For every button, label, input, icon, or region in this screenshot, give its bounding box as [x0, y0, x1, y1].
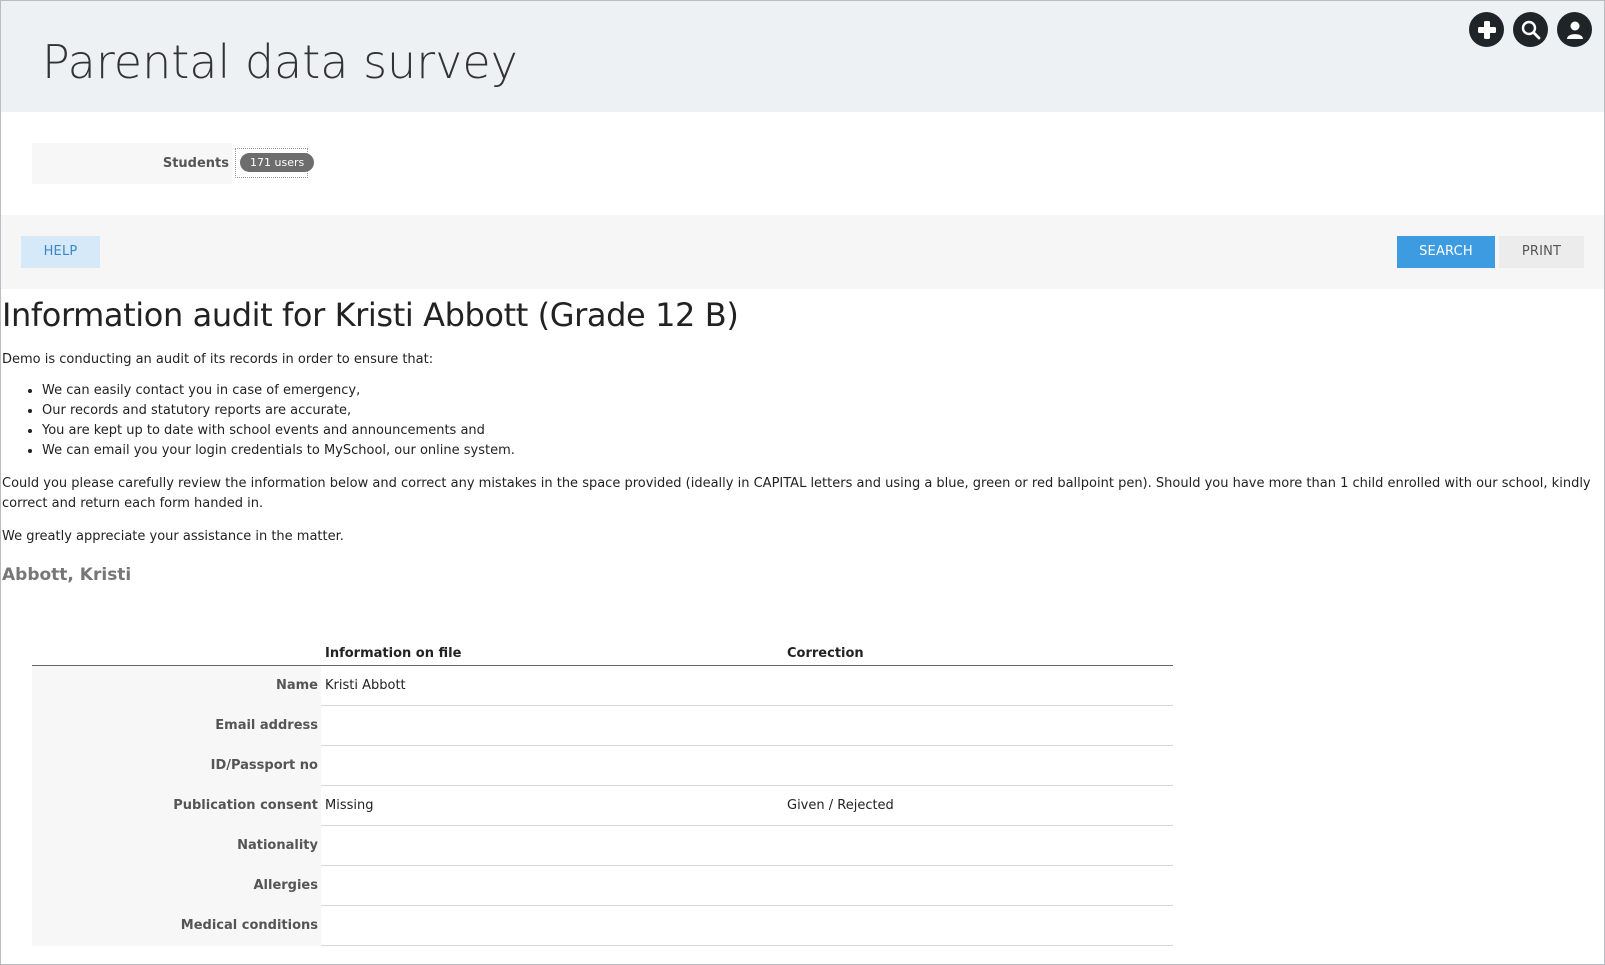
table-row: ID/Passport no	[32, 745, 1173, 786]
list-item: We can email you your login credentials …	[42, 441, 1592, 461]
header-actions	[1469, 12, 1592, 47]
students-filter: Students 171 users	[32, 143, 315, 184]
file-value: Missing	[321, 785, 783, 826]
users-count-badge[interactable]: 171 users	[240, 153, 315, 172]
page-title: Parental data survey	[42, 35, 518, 89]
correction-value: Given / Rejected	[783, 785, 1173, 826]
file-value	[321, 905, 783, 946]
plus-icon	[1477, 20, 1496, 39]
correction-value	[783, 865, 1173, 906]
search-icon	[1521, 20, 1540, 39]
thanks-text: We greatly appreciate your assistance in…	[2, 529, 344, 544]
row-label: Nationality	[32, 825, 321, 866]
column-header-file: Information on file	[321, 643, 783, 666]
table-row: Nationality	[32, 825, 1173, 866]
row-label: Allergies	[32, 865, 321, 906]
search-button[interactable]	[1513, 12, 1548, 47]
table-row: Publication consent Missing Given / Reje…	[32, 785, 1173, 826]
row-label: Email address	[32, 705, 321, 746]
user-icon	[1566, 21, 1583, 39]
list-item: We can easily contact you in case of eme…	[42, 381, 1592, 401]
file-value	[321, 865, 783, 906]
row-label: Publication consent	[32, 785, 321, 826]
table-row: Name Kristi Abbott	[32, 665, 1173, 706]
add-button[interactable]	[1469, 12, 1504, 47]
column-header-correction: Correction	[783, 643, 1173, 666]
table-row: Allergies	[32, 865, 1173, 906]
table-row: Email address	[32, 705, 1173, 746]
file-value	[321, 745, 783, 786]
table-header-row: Information on file Correction	[32, 643, 1173, 666]
correction-value	[783, 665, 1173, 706]
intro-text: Demo is conducting an audit of its recor…	[2, 352, 434, 367]
correction-value	[783, 745, 1173, 786]
correction-value	[783, 825, 1173, 866]
file-value: Kristi Abbott	[321, 665, 783, 706]
report-heading: Information audit for Kristi Abbott (Gra…	[2, 296, 739, 334]
purpose-list: We can easily contact you in case of eme…	[42, 381, 1592, 461]
blank-header	[32, 643, 321, 666]
report-content: Information audit for Kristi Abbott (Gra…	[2, 289, 1592, 586]
correction-value	[783, 905, 1173, 946]
list-item: Our records and statutory reports are ac…	[42, 401, 1592, 421]
page-header: Parental data survey	[1, 1, 1604, 112]
student-name: Abbott, Kristi	[2, 565, 132, 585]
students-selector[interactable]: 171 users	[235, 148, 315, 178]
file-value	[321, 825, 783, 866]
search-submit-button[interactable]: SEARCH	[1397, 236, 1495, 268]
students-label: Students	[32, 143, 232, 184]
row-label: Medical conditions	[32, 905, 321, 946]
correction-value	[783, 705, 1173, 746]
row-label: ID/Passport no	[32, 745, 321, 786]
instructions-text: Could you please carefully review the in…	[2, 476, 1591, 511]
print-button[interactable]: PRINT	[1499, 236, 1584, 268]
table-row: Medical conditions	[32, 905, 1173, 946]
help-button[interactable]: HELP	[21, 236, 100, 268]
file-value	[321, 705, 783, 746]
information-table: Information on file Correction Name Kris…	[32, 643, 1173, 946]
profile-button[interactable]	[1557, 12, 1592, 47]
app-window: Parental data survey Students 171 users …	[0, 0, 1605, 965]
action-toolbar: HELP SEARCH PRINT	[1, 215, 1604, 289]
row-label: Name	[32, 665, 321, 706]
list-item: You are kept up to date with school even…	[42, 421, 1592, 441]
